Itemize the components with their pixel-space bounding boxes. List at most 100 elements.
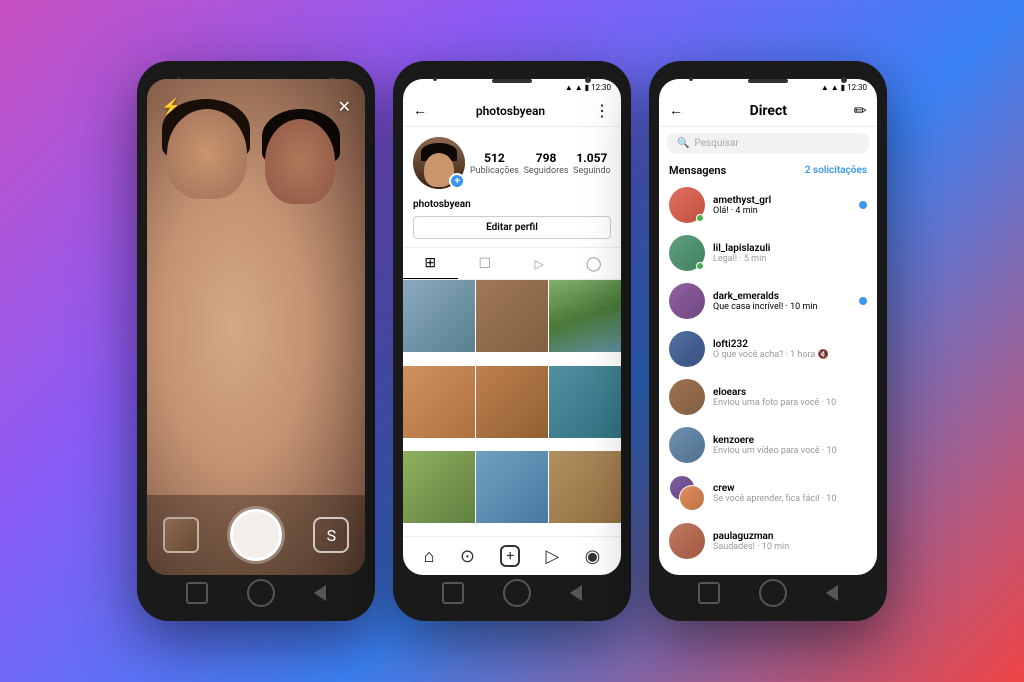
avatar-amethyst [669, 187, 705, 223]
home-btn[interactable] [247, 579, 275, 607]
following-count: 1.057 [573, 151, 611, 165]
grid-photo-3[interactable] [549, 280, 621, 352]
tab-tagged[interactable]: ◯ [567, 248, 622, 279]
tab-reels[interactable]: ☐ [458, 248, 513, 279]
profile-name-section: photosbyean [403, 199, 621, 216]
person1-face [167, 109, 247, 199]
unread-dot-dark [859, 297, 867, 305]
signal-icon-profile: ▲ [565, 83, 573, 92]
tab-igtv[interactable]: ▷ [512, 248, 567, 279]
msg-content-lil: lil_lapislazuli Legal! · 5 min [713, 243, 867, 264]
message-item-kenzoere[interactable]: kenzoere Enviou um vídeo para você · 10 [659, 421, 877, 469]
flash-icon[interactable]: ⚡ [161, 97, 181, 116]
profile-tabs: ⊞ ☐ ▷ ◯ [403, 247, 621, 280]
posts-label: Publicações [470, 166, 519, 176]
phone2-recent-btn[interactable] [442, 582, 464, 604]
msg-content-lofti: lofti232 O que você acha? · 1 hora 🔇 [713, 339, 867, 360]
messages-section-header: Mensagens 2 solicitações [659, 160, 877, 181]
message-item-lil[interactable]: lil_lapislazuli Legal! · 5 min [659, 229, 877, 277]
search-icon-direct: 🔍 [677, 138, 689, 149]
msg-username-lofti: lofti232 [713, 339, 867, 350]
msg-username-crew: crew [713, 483, 867, 494]
phone-direct: ▲ ▲ ▮ 12:30 ← Direct ✏ 🔍 Pesquisar Mensa… [649, 61, 887, 621]
message-item-crew[interactable]: crew Se você aprender, fica fácil · 10 [659, 469, 877, 517]
message-list: amethyst_grl Olá! · 4 min lil_lapislazul… [659, 181, 877, 575]
message-item-amethyst[interactable]: amethyst_grl Olá! · 4 min [659, 181, 877, 229]
effects-button[interactable]: S [313, 517, 349, 553]
nav-search[interactable]: ⊙ [460, 546, 475, 567]
unread-dot-amethyst [859, 201, 867, 209]
gallery-thumbnail[interactable] [163, 517, 199, 553]
phone3-back-btn[interactable] [826, 585, 838, 601]
message-item-lofti[interactable]: lofti232 O que você acha? · 1 hora 🔇 [659, 325, 877, 373]
phone-profile: ▲ ▲ ▮ 12:30 ← photosbyean ⋮ [393, 61, 631, 621]
back-btn[interactable] [314, 585, 326, 601]
effects-label: S [327, 526, 337, 545]
phone-camera: ▲ ▲ ▮ 12:30 ⚡ ✕ [137, 61, 375, 621]
close-icon[interactable]: ✕ [338, 97, 351, 116]
msg-content-amethyst: amethyst_grl Olá! · 4 min [713, 195, 867, 216]
message-item-eloears[interactable]: eloears Enviou uma foto para você · 10 [659, 373, 877, 421]
msg-preview-amethyst: Olá! · 4 min [713, 206, 867, 216]
online-indicator-lil [696, 262, 704, 270]
direct-screen: ▲ ▲ ▮ 12:30 ← Direct ✏ 🔍 Pesquisar Mensa… [659, 79, 877, 575]
msg-preview-eloears: Enviou uma foto para você · 10 [713, 398, 867, 408]
requests-badge[interactable]: 2 solicitações [805, 165, 867, 176]
nav-reels[interactable]: ▷ [545, 546, 559, 567]
msg-username-paulaguzman: paulaguzman [713, 531, 867, 542]
compose-icon[interactable]: ✏ [854, 101, 867, 120]
following-label: Seguindo [573, 166, 611, 176]
nav-add[interactable]: + [500, 545, 520, 567]
msg-username-kenzoere: kenzoere [713, 435, 867, 446]
profile-header: ← photosbyean ⋮ [403, 95, 621, 127]
avatar-lil [669, 235, 705, 271]
wifi-icon-direct: ▲ [831, 83, 839, 92]
recent-apps-btn[interactable] [186, 582, 208, 604]
phone2-home-btn[interactable] [503, 579, 531, 607]
phone3-home-btn[interactable] [759, 579, 787, 607]
direct-search-bar[interactable]: 🔍 Pesquisar [667, 133, 869, 154]
grid-photo-2[interactable] [476, 280, 548, 352]
phone2-hardware-buttons [403, 575, 621, 611]
more-options-icon[interactable]: ⋮ [594, 101, 611, 120]
msg-content-crew: crew Se você aprender, fica fácil · 10 [713, 483, 867, 504]
back-arrow-direct[interactable]: ← [669, 102, 683, 119]
battery-icon-direct: ▮ [841, 83, 845, 92]
avatar-lofti [669, 331, 705, 367]
message-item-paulaguzman[interactable]: paulaguzman Saudades! · 10 min [659, 517, 877, 565]
message-item-dark[interactable]: dark_emeralds Que casa incrível! · 10 mi… [659, 277, 877, 325]
grid-photo-7[interactable] [403, 451, 475, 523]
edit-profile-button[interactable]: Editar perfil [413, 216, 611, 239]
msg-content-kenzoere: kenzoere Enviou um vídeo para você · 10 [713, 435, 867, 456]
avatar-crew-group [669, 475, 705, 511]
profile-screen: ▲ ▲ ▮ 12:30 ← photosbyean ⋮ [403, 79, 621, 575]
add-profile-photo-btn[interactable]: + [449, 173, 465, 189]
time-profile: 12:30 [591, 83, 611, 92]
tab-grid[interactable]: ⊞ [403, 248, 458, 279]
person2-face [265, 119, 335, 204]
signal-icon-direct: ▲ [821, 83, 829, 92]
avatar-eloears [669, 379, 705, 415]
followers-count: 798 [524, 151, 569, 165]
nav-profile[interactable]: ◉ [585, 546, 601, 567]
phone3-recent-btn[interactable] [698, 582, 720, 604]
msg-username-eloears: eloears [713, 387, 867, 398]
nav-home[interactable]: ⌂ [424, 546, 435, 567]
posts-stat: 512 Publicações [470, 151, 519, 176]
back-arrow-profile[interactable]: ← [413, 102, 427, 119]
grid-photo-5[interactable] [476, 366, 548, 438]
online-indicator [696, 214, 704, 222]
msg-username-amethyst: amethyst_grl [713, 195, 867, 206]
followers-stat: 798 Seguidores [524, 151, 569, 176]
grid-photo-1[interactable] [403, 280, 475, 352]
phone3-hardware-buttons [659, 575, 877, 611]
grid-photo-8[interactable] [476, 451, 548, 523]
profile-photo-grid [403, 280, 621, 536]
msg-preview-kenzoere: Enviou um vídeo para você · 10 [713, 446, 867, 456]
phone2-back-btn[interactable] [570, 585, 582, 601]
shutter-button[interactable] [230, 509, 282, 561]
grid-photo-6[interactable] [549, 366, 621, 438]
direct-title: Direct [750, 103, 787, 119]
grid-photo-9[interactable] [549, 451, 621, 523]
grid-photo-4[interactable] [403, 366, 475, 438]
